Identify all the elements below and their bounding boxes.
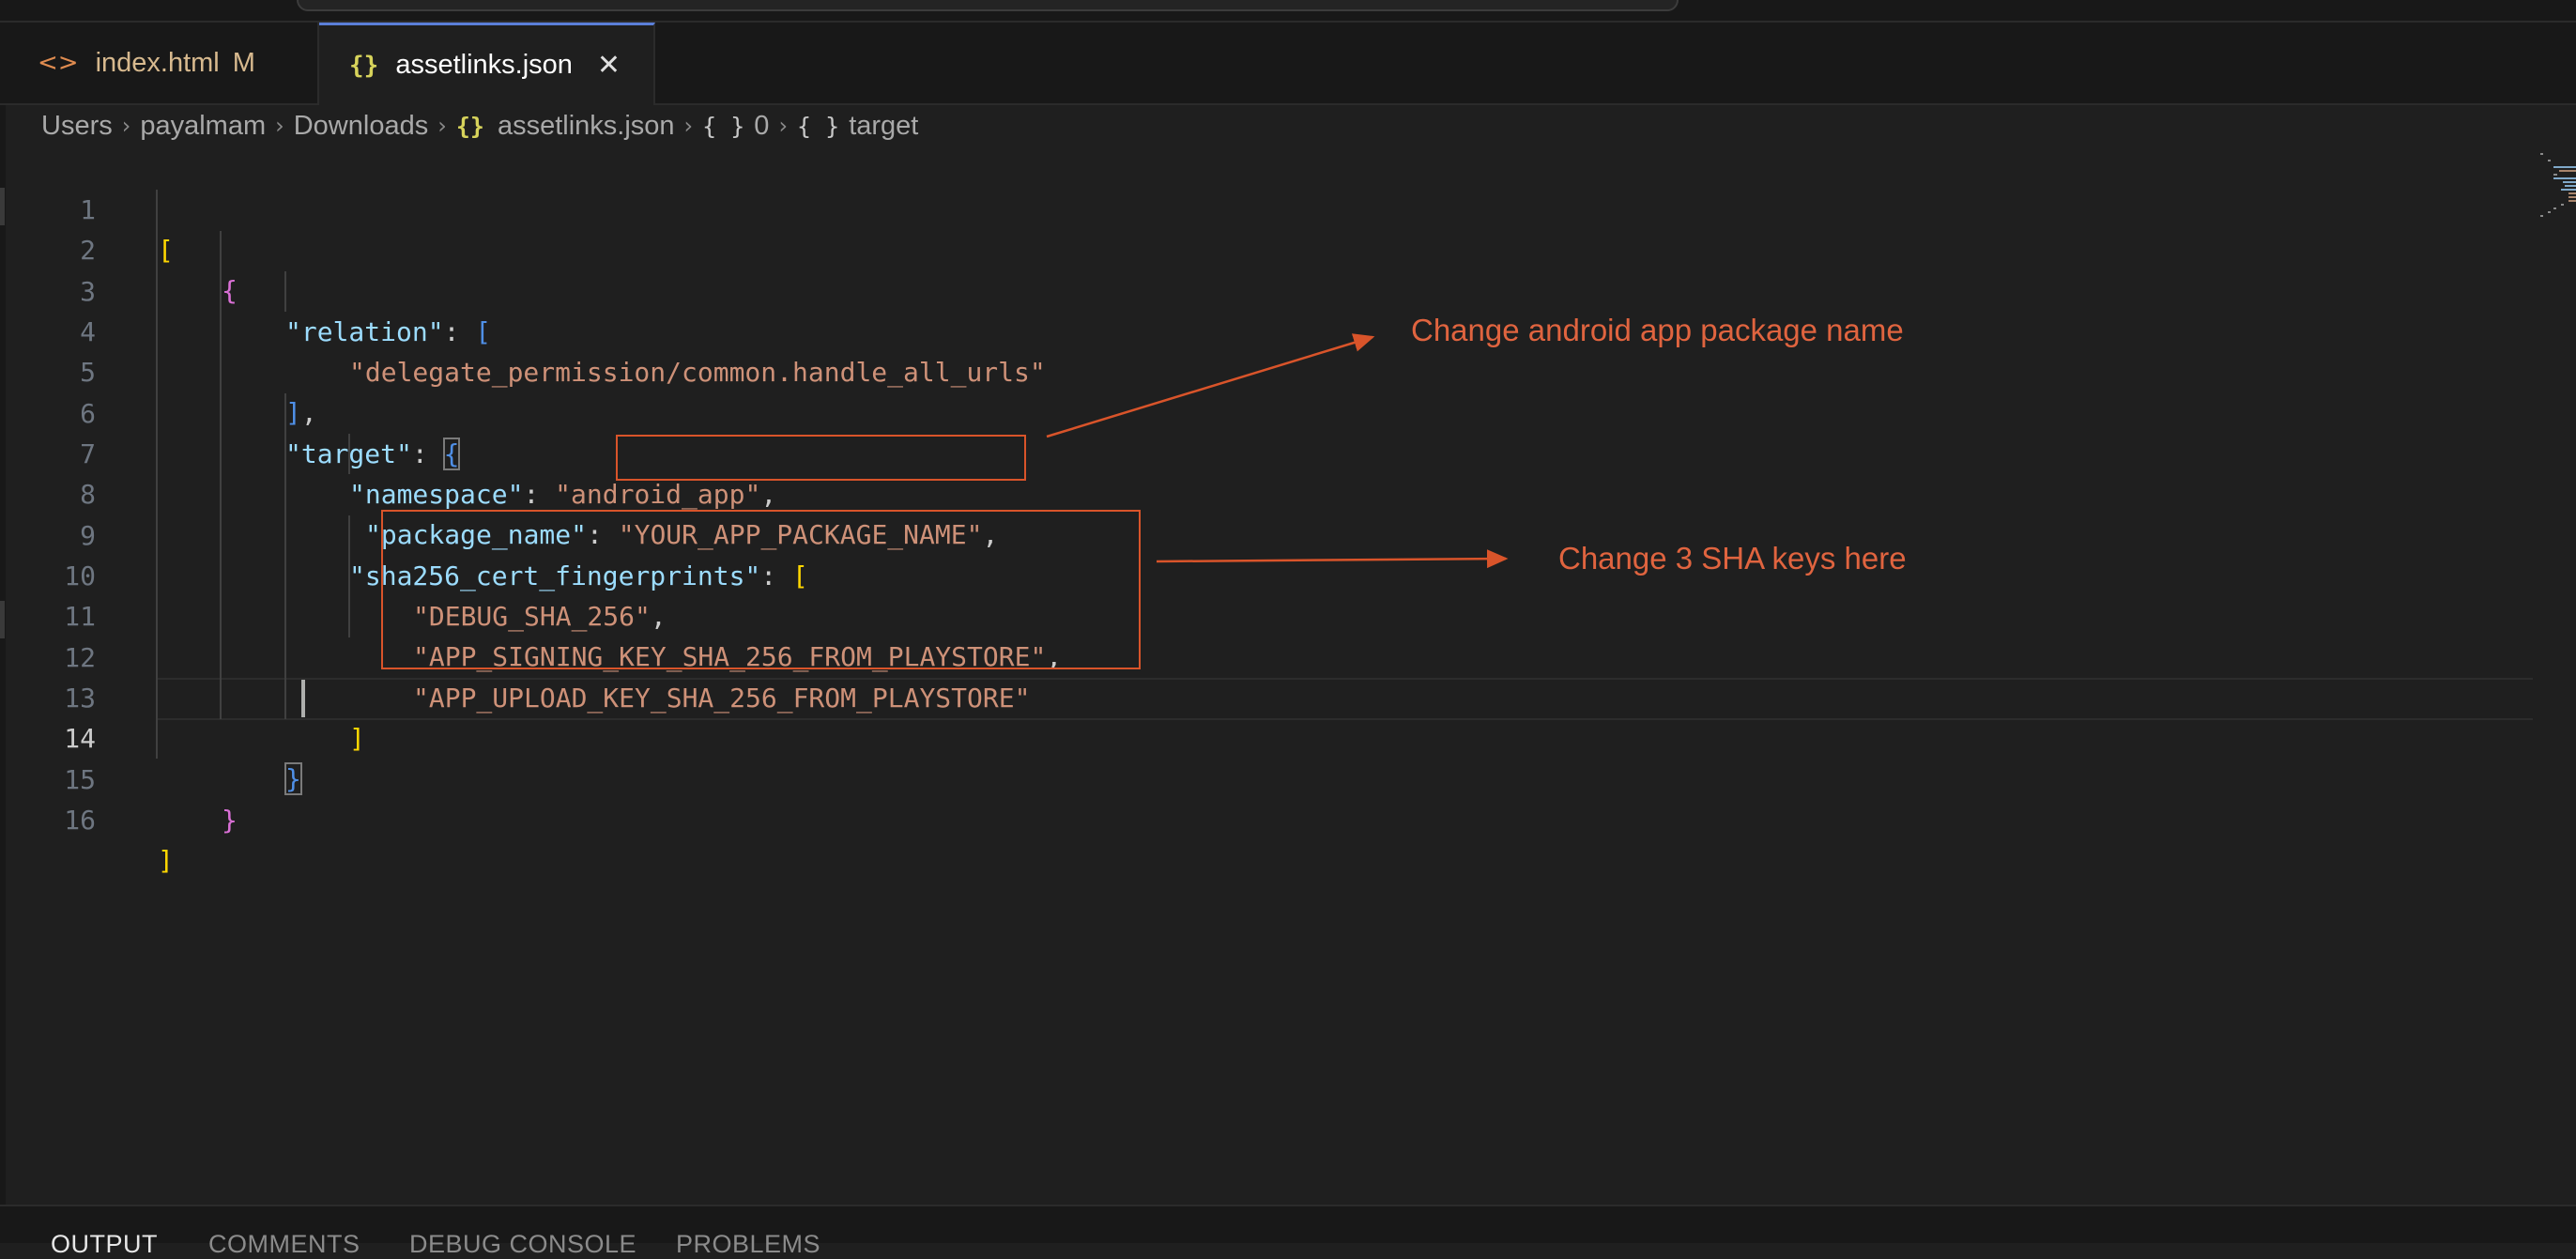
package-name-note: Change android app package name (1411, 313, 1904, 347)
panel-tab-debug-console[interactable]: DEBUG CONSOLE (409, 1230, 636, 1259)
arrow-to-package-note (1046, 333, 1375, 438)
panel-tab-problems[interactable]: PROBLEMS (676, 1230, 820, 1259)
arrow-to-sha-note (1156, 549, 1509, 569)
bottom-panel: OUTPUT COMMENTS DEBUG CONSOLE PROBLEMS (0, 1205, 2576, 1258)
minimap[interactable] (2535, 150, 2576, 217)
annotation-arrows (1046, 333, 1509, 569)
panel-tab-output[interactable]: OUTPUT (51, 1230, 158, 1259)
sha-keys-note: Change 3 SHA keys here (1558, 541, 1907, 576)
panel-tab-comments[interactable]: COMMENTS (208, 1230, 360, 1259)
